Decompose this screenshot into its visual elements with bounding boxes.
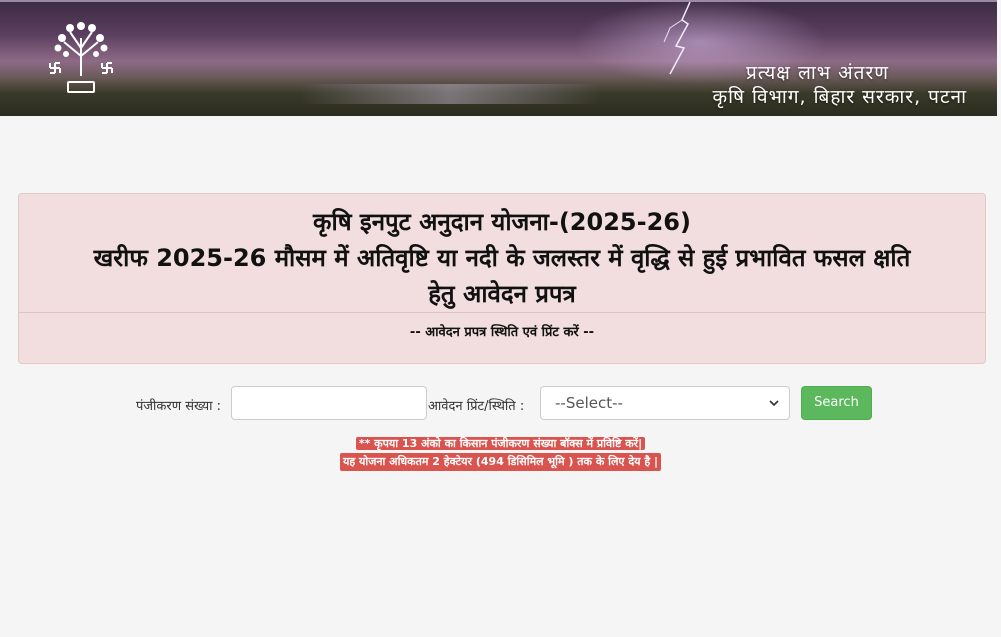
notice-box: ** कृपया 13 अंको का किसान पंजीकरण संख्या… <box>0 435 1001 471</box>
search-button[interactable]: Search <box>801 386 872 420</box>
scheme-description: खरीफ 2025-26 मौसम में अतिवृष्टि या नदी क… <box>93 244 911 272</box>
header-banner: प्रत्यक्ष लाभ अंतरण कृषि विभाग, बिहार सर… <box>0 0 997 116</box>
chevron-down-icon <box>769 400 779 407</box>
scheme-panel: कृषि इनपुट अनुदान योजना-(2025-26) खरीफ 2… <box>18 193 986 364</box>
search-form: पंजीकरण संख्या : आवेदन प्रिंट/स्थिति : -… <box>0 386 1001 422</box>
banner-title-department: कृषि विभाग, बिहार सरकार, पटना <box>712 86 967 108</box>
lightning-graphic <box>663 2 691 75</box>
bihar-emblem-logo <box>49 22 113 93</box>
panel-heading: कृषि इनपुट अनुदान योजना-(2025-26) खरीफ 2… <box>19 194 985 312</box>
banner-title-dbt: प्रत्यक्ष लाभ अंतरण <box>745 62 889 84</box>
banner-lake <box>300 84 600 104</box>
status-select-value: --Select-- <box>555 394 623 412</box>
scheme-description-cont: हेतु आवेदन प्रपत्र <box>428 280 576 308</box>
notice-line-1: ** कृपया 13 अंको का किसान पंजीकरण संख्या… <box>355 437 646 450</box>
notice-line-2: यह योजना अधिकतम 2 हेक्टेयर (494 डिसिमिल … <box>339 453 662 471</box>
panel-subtitle: -- आवेदन प्रपत्र स्थिति एवं प्रिंट करें … <box>409 325 595 340</box>
registration-label: पंजीकरण संख्या : <box>136 399 222 414</box>
registration-number-input[interactable] <box>231 386 427 420</box>
application-status-select[interactable]: --Select-- <box>540 386 790 420</box>
status-label: आवेदन प्रिंट/स्थिति : <box>428 399 525 414</box>
scheme-title: कृषि इनपुट अनुदान योजना-(2025-26) <box>313 208 691 236</box>
